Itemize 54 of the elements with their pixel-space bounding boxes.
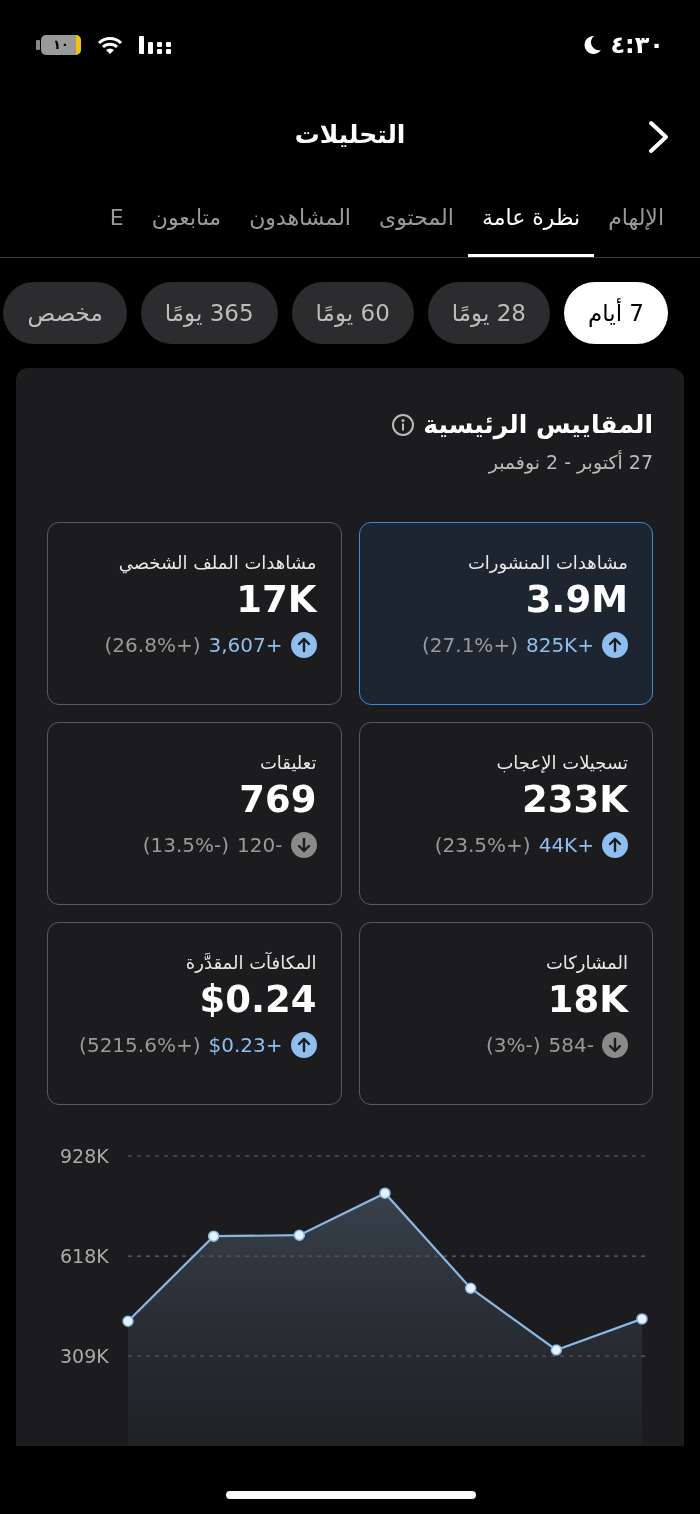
change-percent: (-13.5%): [142, 832, 230, 860]
metric-label: تسجيلات الإعجاب: [495, 751, 628, 775]
clock-time: ٤:٣٠: [610, 30, 664, 61]
signal-icon: [139, 36, 171, 54]
change-amount: +825K: [525, 632, 594, 660]
data-point[interactable]: [636, 1313, 648, 1325]
tab[interactable]: متابعون: [137, 180, 236, 257]
axis-label: 928K: [60, 1145, 109, 1167]
metric-label: المشاركات: [544, 951, 628, 975]
metric-value: 3.9M: [524, 577, 628, 623]
change-amount: -584: [548, 1032, 594, 1060]
wifi-icon: [97, 35, 123, 55]
range-chip[interactable]: 28 يومًا: [427, 282, 550, 344]
data-point[interactable]: [207, 1230, 220, 1242]
range-chip[interactable]: مخصص: [3, 282, 127, 344]
change-amount: +$0.23: [208, 1032, 283, 1060]
data-point[interactable]: [550, 1344, 563, 1356]
metric-value: 17K: [235, 577, 317, 623]
range-chip[interactable]: 7 أيام: [564, 282, 668, 344]
tab[interactable]: المحتوى: [364, 180, 468, 257]
back-chevron-icon[interactable]: [648, 120, 670, 154]
change-amount: +44K: [538, 832, 594, 860]
tab[interactable]: الإلهام: [594, 180, 678, 257]
data-point[interactable]: [379, 1187, 391, 1199]
data-point[interactable]: [122, 1315, 134, 1327]
date-range: 27 أكتوبر - 2 نوفمبر: [487, 449, 653, 476]
metric-value: 18K: [546, 977, 628, 1023]
metric-value: 233K: [521, 777, 628, 823]
info-icon[interactable]: [391, 412, 416, 437]
tab[interactable]: نظرة عامة: [467, 180, 595, 257]
moon-icon: [582, 35, 603, 55]
change-percent: (+27.1%): [422, 632, 518, 660]
data-point[interactable]: [293, 1229, 306, 1241]
range-chip[interactable]: 365 يومًا: [140, 282, 278, 344]
metric-value: 769: [238, 777, 317, 823]
metric-value: $0.24: [198, 977, 317, 1023]
metric-label: مشاهدات الملف الشخصي: [117, 551, 317, 576]
change-percent: (-3%): [486, 1032, 541, 1060]
change-percent: (+5215.6%): [79, 1032, 201, 1060]
metric-label: تعليقات: [258, 751, 317, 775]
axis-label: 618K: [60, 1245, 109, 1268]
page-title: التحليلات: [294, 119, 406, 152]
metric-label: مشاهدات المنشورات: [466, 551, 628, 576]
metric-label: المكافآت المقدَّرة: [184, 951, 317, 975]
change-amount: -120: [237, 832, 283, 860]
change-percent: (+26.8%): [104, 632, 201, 660]
tab[interactable]: E: [95, 180, 138, 257]
axis-label: 309K: [60, 1345, 109, 1368]
range-chip[interactable]: 60 يومًا: [291, 282, 414, 344]
change-amount: +3,607: [208, 632, 283, 660]
data-point[interactable]: [464, 1282, 477, 1294]
change-percent: (+23.5%): [434, 832, 531, 860]
tab[interactable]: المشاهدون: [235, 180, 365, 257]
section-title: المقاييس الرئيسية: [423, 409, 653, 442]
